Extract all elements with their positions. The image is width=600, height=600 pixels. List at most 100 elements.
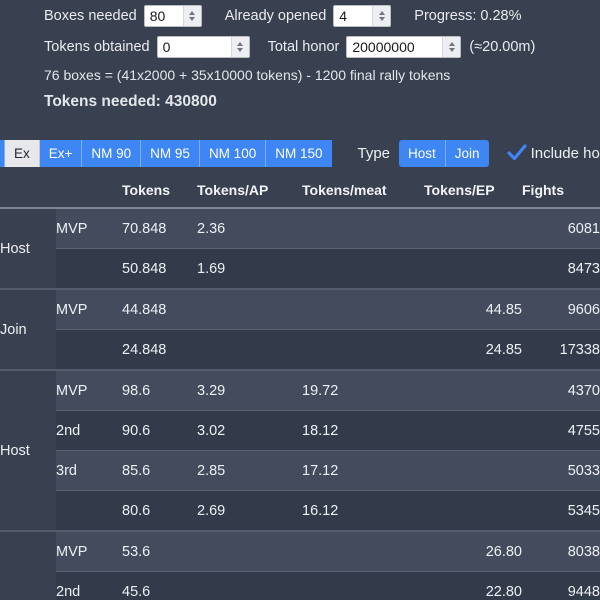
- already-opened-label: Already opened: [225, 8, 327, 24]
- tokens-cell: 50.848: [122, 249, 197, 290]
- rewards-table: Tokens Tokens/AP Tokens/meat Tokens/EP F…: [0, 182, 600, 600]
- tokens-meat-cell: 16.12: [302, 491, 424, 532]
- tokens-ap-cell: [197, 330, 302, 371]
- fights-cell: 4370: [522, 370, 600, 411]
- table-row[interactable]: 50.8481.698473: [0, 249, 600, 290]
- table-row[interactable]: 2nd45.622.809448: [0, 572, 600, 600]
- chevron-up-icon[interactable]: [237, 42, 243, 46]
- table-header: Tokens Tokens/AP Tokens/meat Tokens/EP F…: [0, 182, 600, 208]
- tokens-ep-cell: [424, 451, 522, 491]
- table-row[interactable]: HostMVP70.8482.366081: [0, 208, 600, 249]
- tokens-obtained-input[interactable]: [158, 37, 231, 57]
- difficulty-option-ex-[interactable]: Ex+: [40, 140, 83, 167]
- chevron-up-icon[interactable]: [189, 11, 195, 15]
- difficulty-option-nm-100[interactable]: NM 100: [200, 140, 266, 167]
- tokens-cell: 90.6: [122, 411, 197, 451]
- table-row[interactable]: 24.84824.8517338: [0, 330, 600, 371]
- rank-cell: [56, 249, 122, 290]
- chevron-down-icon[interactable]: [379, 17, 385, 21]
- table-row[interactable]: 2nd90.63.0218.12 4755: [0, 411, 600, 451]
- progress-text: Progress: 0.28%: [414, 8, 521, 24]
- include-honor-checkbox[interactable]: Include hon: [507, 144, 600, 162]
- rank-cell: 2nd: [56, 411, 122, 451]
- chevron-up-icon[interactable]: [449, 42, 455, 46]
- fights-cell: 5345: [522, 491, 600, 532]
- boxes-needed-stepper[interactable]: [144, 5, 202, 27]
- tokens-ep-cell: 26.80: [424, 531, 522, 572]
- tokens-ep-cell: [424, 491, 522, 532]
- fights-cell: 9606: [522, 289, 600, 330]
- tokens-meat-cell: 18.12: [302, 411, 424, 451]
- rank-cell: MVP: [56, 208, 122, 249]
- table-header-row: Tokens Tokens/AP Tokens/meat Tokens/EP F…: [0, 182, 600, 208]
- tokens-obtained-stepper[interactable]: [157, 36, 250, 58]
- check-icon: [507, 144, 527, 162]
- tokens-ap-cell: 2.36: [197, 208, 302, 249]
- group-label: Join: [0, 531, 56, 600]
- tokens-ap-cell: 3.02: [197, 411, 302, 451]
- chevron-up-icon[interactable]: [379, 11, 385, 15]
- chevron-down-icon[interactable]: [237, 48, 243, 52]
- difficulty-option-nm-90[interactable]: NM 90: [82, 140, 141, 167]
- boxes-needed-spin-buttons[interactable]: [183, 6, 201, 26]
- difficulty-option-nm-150[interactable]: NM 150: [266, 140, 331, 167]
- already-opened-spin-buttons[interactable]: [372, 6, 390, 26]
- table-row[interactable]: 80.62.6916.125345: [0, 491, 600, 532]
- rank-cell: 3rd: [56, 451, 122, 491]
- rank-cell: [56, 330, 122, 371]
- rank-cell: 2nd: [56, 572, 122, 600]
- rank-cell: [56, 491, 122, 532]
- tokens-ap-cell: 2.69: [197, 491, 302, 532]
- tokens-cell: 24.848: [122, 330, 197, 371]
- fights-cell: 6081: [522, 208, 600, 249]
- tokens-meat-cell: [302, 289, 424, 330]
- tokens-needed-line: Tokens needed: 430800: [0, 88, 600, 116]
- group-label: Host: [0, 370, 56, 531]
- table-row[interactable]: JoinMVP44.84844.859606: [0, 289, 600, 330]
- col-tokens-meat: Tokens/meat: [302, 182, 424, 208]
- boxes-needed-input[interactable]: [145, 6, 183, 26]
- total-honor-label: Total honor: [268, 39, 340, 55]
- table-row[interactable]: 3rd85.62.8517.125033: [0, 451, 600, 491]
- difficulty-option-nm-95[interactable]: NM 95: [141, 140, 200, 167]
- table-row[interactable]: HostMVP98.63.2919.724370: [0, 370, 600, 411]
- tokens-cell: 44.848: [122, 289, 197, 330]
- type-filter-group[interactable]: HostJoin: [399, 140, 489, 167]
- tokens-ep-cell: 22.80: [424, 572, 522, 600]
- tokens-cell: 53.6: [122, 531, 197, 572]
- tokens-meat-cell: 19.72: [302, 370, 424, 411]
- total-honor-approx: (≈20.00m): [469, 39, 535, 55]
- rank-cell: MVP: [56, 531, 122, 572]
- fights-cell: 8473: [522, 249, 600, 290]
- rank-cell: MVP: [56, 289, 122, 330]
- tokens-ap-cell: [197, 572, 302, 600]
- filter-bar: ExEx+NM 90NM 95NM 100NM 150 Type HostJoi…: [0, 138, 600, 168]
- tokens-ap-cell: [197, 531, 302, 572]
- chevron-down-icon[interactable]: [449, 48, 455, 52]
- col-group: [0, 182, 56, 208]
- fights-cell: 4755: [522, 411, 600, 451]
- total-honor-stepper[interactable]: [346, 36, 461, 58]
- table-row[interactable]: JoinMVP53.626.808038: [0, 531, 600, 572]
- summary-line: 76 boxes = (41x2000 + 35x10000 tokens) -…: [0, 62, 600, 88]
- tokens-meat-cell: [302, 249, 424, 290]
- tokens-ap-cell: 2.85: [197, 451, 302, 491]
- total-honor-spin-buttons[interactable]: [442, 37, 460, 57]
- difficulty-option-ex[interactable]: Ex: [5, 140, 40, 167]
- difficulty-filter-group[interactable]: ExEx+NM 90NM 95NM 100NM 150: [0, 140, 332, 167]
- tokens-meat-cell: [302, 208, 424, 249]
- type-option-join[interactable]: Join: [446, 140, 489, 167]
- rank-cell: MVP: [56, 370, 122, 411]
- tokens-cell: 45.6: [122, 572, 197, 600]
- group-label: Join: [0, 289, 56, 370]
- total-honor-input[interactable]: [347, 37, 442, 57]
- type-option-host[interactable]: Host: [399, 140, 446, 167]
- tokens-ap-cell: [197, 289, 302, 330]
- include-honor-label: Include hon: [531, 145, 600, 162]
- tokens-obtained-spin-buttons[interactable]: [231, 37, 249, 57]
- already-opened-input[interactable]: [334, 6, 372, 26]
- already-opened-stepper[interactable]: [333, 5, 391, 27]
- chevron-down-icon[interactable]: [189, 17, 195, 21]
- col-fights: Fights: [522, 182, 600, 208]
- tokens-cell: 85.6: [122, 451, 197, 491]
